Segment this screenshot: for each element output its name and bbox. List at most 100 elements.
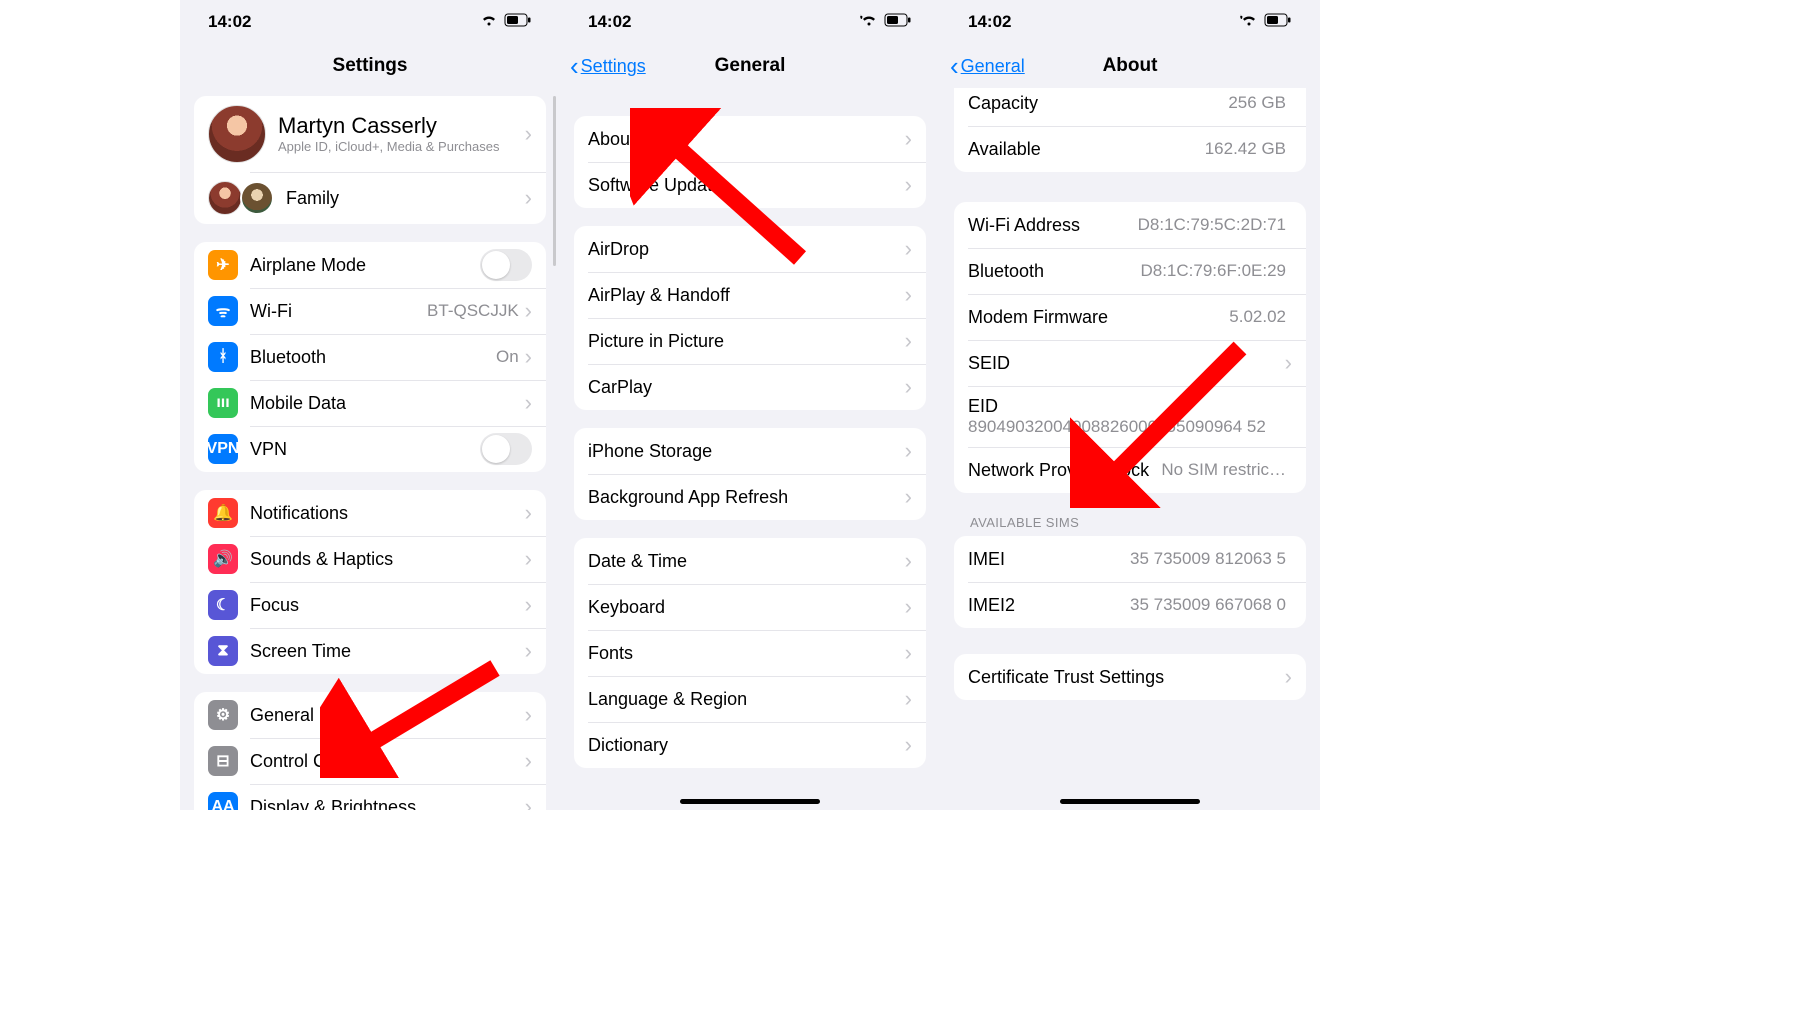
nav-bar: Settings: [180, 44, 560, 88]
row-available: Available162.42 GB: [954, 126, 1306, 172]
row-detail: D8:1C:79:6F:0E:29: [1140, 261, 1286, 281]
nav-bar: ‹ Settings General: [560, 44, 940, 88]
settings-row-wi-fi[interactable]: ᯤWi-FiBT-QSCJJK›: [194, 288, 546, 334]
back-label: Settings: [581, 56, 646, 77]
settings-row-notifications[interactable]: 🔔Notifications›: [194, 490, 546, 536]
wifi-icon: ᯤ: [208, 296, 238, 326]
settings-row-vpn[interactable]: VPNVPN: [194, 426, 546, 472]
row-fonts[interactable]: Fonts›: [574, 630, 926, 676]
row-picture-in-picture[interactable]: Picture in Picture›: [574, 318, 926, 364]
chevron-right-icon: ›: [525, 594, 532, 616]
sliders-icon: ⊟: [208, 746, 238, 776]
settings-row-display-brightness[interactable]: AADisplay & Brightness›: [194, 784, 546, 810]
settings-row-control-centre[interactable]: ⊟Control Centre›: [194, 738, 546, 784]
row-label: IMEI: [968, 549, 1130, 570]
chevron-right-icon: ›: [905, 734, 912, 756]
chevron-left-icon: ‹: [570, 53, 579, 79]
screen-about: 14:02 ‹ General About Applications104Cap…: [940, 0, 1320, 810]
row-airdrop[interactable]: AirDrop›: [574, 226, 926, 272]
back-button[interactable]: ‹ Settings: [560, 53, 646, 79]
row-background-app-refresh[interactable]: Background App Refresh›: [574, 474, 926, 520]
row-label: VPN: [250, 439, 480, 460]
row-certificate-trust-settings[interactable]: Certificate Trust Settings›: [954, 654, 1306, 700]
row-language-region[interactable]: Language & Region›: [574, 676, 926, 722]
aa-icon: AA: [208, 792, 238, 810]
row-carplay[interactable]: CarPlay›: [574, 364, 926, 410]
wifi-status-icon: [480, 12, 498, 32]
status-time: 14:02: [588, 12, 631, 32]
toggle[interactable]: [480, 433, 532, 465]
row-detail: 162.42 GB: [1205, 139, 1286, 159]
chevron-right-icon: ›: [905, 688, 912, 710]
settings-row-bluetooth[interactable]: ᚼBluetoothOn›: [194, 334, 546, 380]
scrollbar[interactable]: [553, 96, 556, 266]
settings-row-sounds-haptics[interactable]: 🔊Sounds & Haptics›: [194, 536, 546, 582]
row-label: Wi-Fi Address: [968, 215, 1138, 236]
chevron-right-icon: ›: [905, 642, 912, 664]
bluetooth-icon: ᚼ: [208, 342, 238, 372]
chevron-right-icon: ›: [525, 123, 532, 145]
chevron-right-icon: ›: [1285, 666, 1292, 688]
row-keyboard[interactable]: Keyboard›: [574, 584, 926, 630]
section-header-sims: AVAILABLE SIMS: [954, 493, 1306, 536]
row-label: Certificate Trust Settings: [968, 667, 1285, 688]
row-label: Sounds & Haptics: [250, 549, 525, 570]
settings-row-general[interactable]: ⚙General›: [194, 692, 546, 738]
toggle[interactable]: [480, 249, 532, 281]
row-imei: IMEI35 735009 812063 5: [954, 536, 1306, 582]
profile-subtitle: Apple ID, iCloud+, Media & Purchases: [278, 139, 525, 156]
hourglass-icon: ⧗: [208, 636, 238, 666]
chevron-right-icon: ›: [525, 750, 532, 772]
settings-row-airplane-mode[interactable]: ✈Airplane Mode: [194, 242, 546, 288]
chevron-right-icon: ›: [525, 392, 532, 414]
row-airplay-handoff[interactable]: AirPlay & Handoff›: [574, 272, 926, 318]
row-detail: D8:1C:79:5C:2D:71: [1138, 215, 1286, 235]
row-detail: 89049032004008826000055090964 52: [968, 417, 1292, 437]
chevron-right-icon: ›: [905, 238, 912, 260]
general-group-2: iPhone Storage›Background App Refresh›: [574, 428, 926, 520]
gear-icon: ⚙: [208, 700, 238, 730]
row-label: Screen Time: [250, 641, 525, 662]
chevron-right-icon: ›: [525, 640, 532, 662]
row-detail: On: [496, 347, 519, 367]
apple-id-row[interactable]: Martyn Casserly Apple ID, iCloud+, Media…: [194, 96, 546, 172]
row-label: Keyboard: [588, 597, 905, 618]
chevron-right-icon: ›: [905, 550, 912, 572]
row-dictionary[interactable]: Dictionary›: [574, 722, 926, 768]
row-date-time[interactable]: Date & Time›: [574, 538, 926, 584]
airplane-icon: ✈: [208, 250, 238, 280]
general-group-1: AirDrop›AirPlay & Handoff›Picture in Pic…: [574, 226, 926, 410]
chevron-right-icon: ›: [905, 440, 912, 462]
row-modem-firmware: Modem Firmware5.02.02: [954, 294, 1306, 340]
chevron-right-icon: ›: [905, 486, 912, 508]
page-title: Settings: [180, 55, 560, 77]
speaker-icon: 🔊: [208, 544, 238, 574]
avatar: [208, 181, 242, 215]
row-seid[interactable]: SEID›: [954, 340, 1306, 386]
chevron-right-icon: ›: [905, 596, 912, 618]
row-detail: No SIM restric…: [1161, 460, 1286, 480]
row-iphone-storage[interactable]: iPhone Storage›: [574, 428, 926, 474]
row-label: Capacity: [968, 93, 1228, 114]
screen-general: 14:02 ‹ Settings General About›Software …: [560, 0, 940, 810]
family-row[interactable]: Family ›: [194, 172, 546, 224]
row-label: SEID: [968, 353, 1285, 374]
network-group: ✈Airplane ModeᯤWi-FiBT-QSCJJK›ᚼBluetooth…: [194, 242, 546, 472]
row-capacity: Capacity256 GB: [954, 88, 1306, 126]
row-label: iPhone Storage: [588, 441, 905, 462]
profile-name: Martyn Casserly: [278, 113, 525, 139]
home-indicator[interactable]: [1060, 799, 1200, 804]
back-button[interactable]: ‹ General: [940, 53, 1025, 79]
row-label: Background App Refresh: [588, 487, 905, 508]
settings-row-focus[interactable]: ☾Focus›: [194, 582, 546, 628]
row-label: About: [588, 129, 905, 150]
row-label: General: [250, 705, 525, 726]
settings-row-mobile-data[interactable]: ıııMobile Data›: [194, 380, 546, 426]
sims-group: IMEI35 735009 812063 5IMEI235 735009 667…: [954, 536, 1306, 628]
settings-row-screen-time[interactable]: ⧗ Screen Time›: [194, 628, 546, 674]
row-about[interactable]: About›: [574, 116, 926, 162]
home-indicator[interactable]: [680, 799, 820, 804]
row-label: Picture in Picture: [588, 331, 905, 352]
storage-group: Applications104Capacity256 GBAvailable16…: [954, 88, 1306, 172]
row-software-update[interactable]: Software Update›: [574, 162, 926, 208]
